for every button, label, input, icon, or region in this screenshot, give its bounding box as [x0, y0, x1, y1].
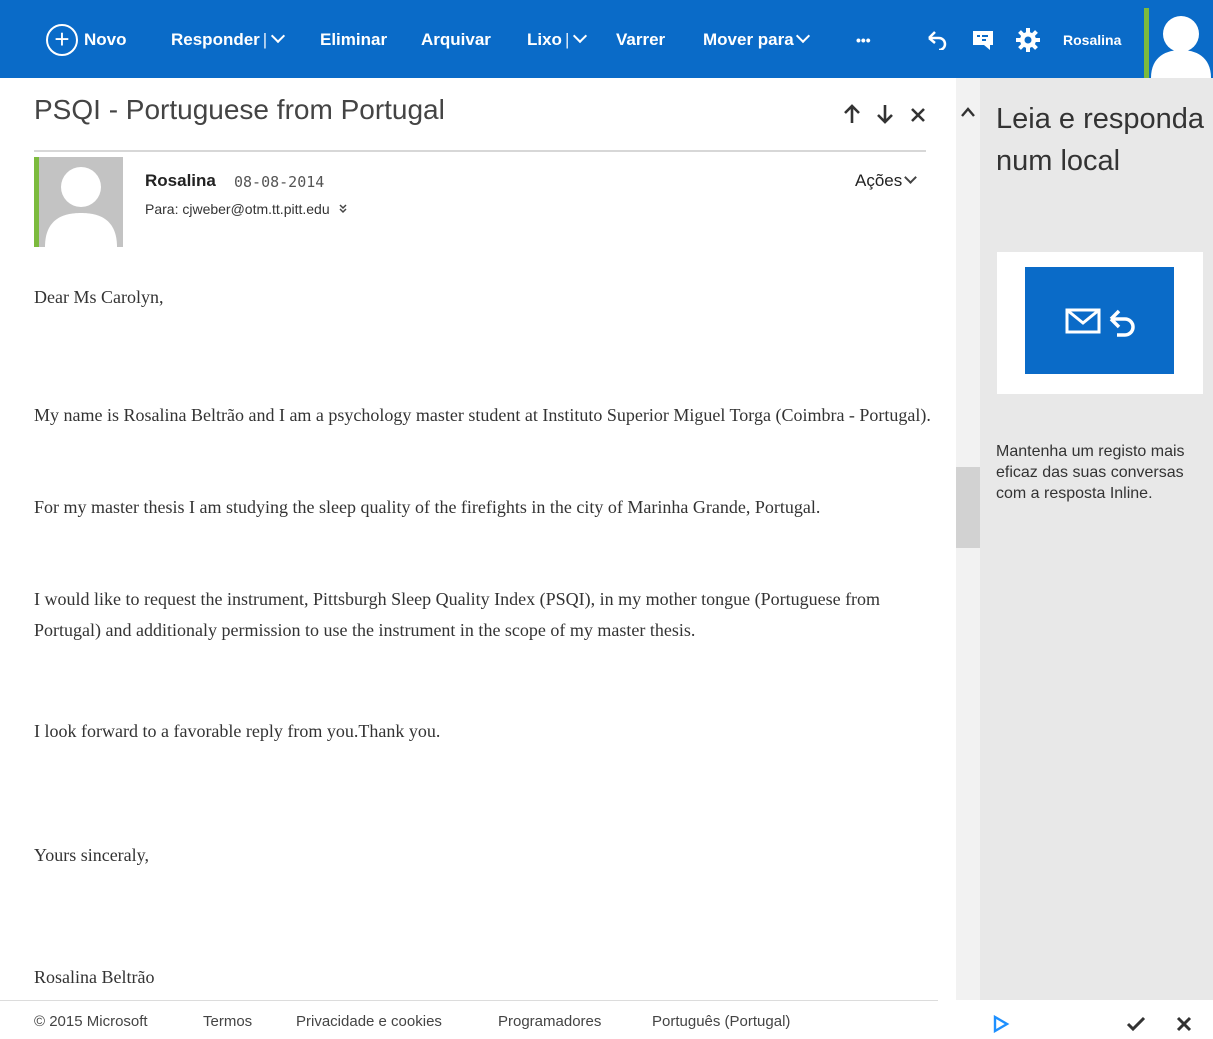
actions-menu[interactable]: Ações [855, 171, 918, 191]
greeting: Dear Ms Carolyn, [34, 287, 164, 307]
actions-label: Ações [855, 171, 903, 190]
recipient-text: Para: cjweber@otm.tt.pitt.edu [145, 201, 330, 217]
chevron-down-icon[interactable] [573, 28, 588, 44]
copyright: © 2015 Microsoft [34, 1013, 148, 1030]
message-subject: PSQI - Portuguese from Portugal [34, 94, 445, 125]
play-icon[interactable] [992, 1015, 1010, 1033]
body-paragraph: For my master thesis I am studying the s… [34, 497, 821, 517]
separator: | [564, 30, 570, 49]
body-paragraph: My name is Rosalina Beltrão and I am a p… [34, 405, 931, 425]
arrow-down-icon[interactable] [876, 104, 894, 124]
developers-link[interactable]: Programadores [498, 1013, 601, 1030]
archive-button[interactable]: Arquivar [421, 0, 491, 78]
user-name[interactable]: Rosalina [1063, 0, 1121, 80]
separator: | [262, 30, 268, 49]
junk-label: Lixo [527, 30, 562, 49]
terms-link[interactable]: Termos [203, 1013, 252, 1030]
reply-button[interactable]: Responder | [171, 0, 286, 78]
footer-divider [0, 1000, 938, 1001]
scrollbar-thumb[interactable] [956, 467, 980, 548]
move-to-button[interactable]: Mover para [703, 0, 810, 78]
language-link[interactable]: Português (Portugal) [652, 1013, 790, 1030]
divider [34, 150, 926, 152]
move-label: Mover para [703, 30, 794, 49]
signature: Rosalina Beltrão [34, 967, 155, 987]
message-date: 08-08-2014 [234, 173, 325, 191]
chevron-down-icon [795, 28, 810, 44]
new-label: Novo [84, 30, 127, 49]
inline-reply-tile[interactable] [1025, 267, 1174, 374]
body-paragraph: I would like to request the instrument, … [34, 589, 881, 640]
body-paragraph: I look forward to a favorable reply from… [34, 721, 441, 741]
chevron-down-icon[interactable] [271, 28, 286, 44]
chevron-down-icon [904, 171, 918, 184]
closing: Yours sinceraly, [34, 845, 149, 865]
check-icon[interactable] [1126, 1016, 1146, 1032]
avatar-icon [39, 157, 123, 247]
delete-button[interactable]: Eliminar [320, 0, 387, 78]
avatar-icon [1149, 8, 1213, 78]
recipient-line: Para: cjweber@otm.tt.pitt.edu [145, 201, 348, 217]
panel-title: Leia e responda num local [996, 103, 1204, 177]
sender-avatar[interactable] [39, 157, 123, 247]
panel-description: Mantenha um registo mais eficaz das suas… [996, 443, 1185, 502]
avatar[interactable] [1149, 8, 1213, 78]
plus-circle-icon: + [46, 24, 78, 56]
junk-button[interactable]: Lixo | [527, 0, 588, 78]
more-button[interactable]: ••• [856, 0, 871, 78]
close-icon[interactable] [1176, 1016, 1192, 1032]
chat-icon[interactable] [972, 29, 994, 51]
arrow-up-icon[interactable] [843, 104, 861, 124]
sweep-button[interactable]: Varrer [616, 0, 665, 78]
undo-icon[interactable] [925, 30, 949, 50]
mail-reply-icon [1065, 308, 1135, 337]
gear-icon[interactable] [1015, 27, 1041, 53]
sender-name[interactable]: Rosalina [145, 171, 216, 191]
expand-icon[interactable] [338, 204, 348, 214]
close-icon[interactable] [909, 106, 927, 124]
reply-label: Responder [171, 30, 260, 49]
caret-up-icon[interactable] [960, 106, 976, 118]
side-panel [980, 78, 1213, 1000]
privacy-link[interactable]: Privacidade e cookies [296, 1013, 442, 1030]
